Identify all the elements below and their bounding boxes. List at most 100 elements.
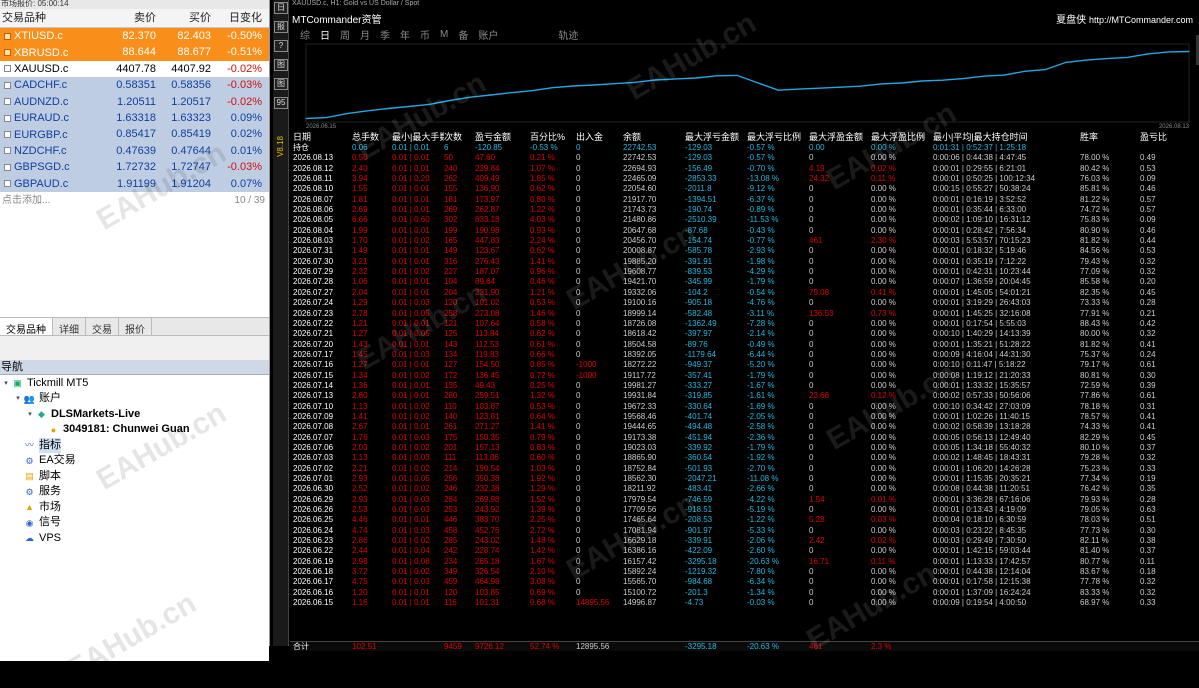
percent-cell: -0.53 % (530, 143, 558, 152)
period-tab[interactable]: 周 (340, 27, 350, 42)
market-watch-row[interactable]: NZDCHF.c 0.47639 0.47644 0.01% (0, 142, 269, 160)
hold-time-cell: 0:00:05 | 0:56:13 | 12:49:40 (933, 432, 1031, 442)
add-symbol-row[interactable]: 点击添加... 10 / 39 (0, 191, 269, 209)
period-tab[interactable]: 年 (400, 27, 410, 42)
market-watch-row[interactable]: XBRUSD.c 88.644 88.677 -0.51% (0, 44, 269, 61)
total-lots-cell: 2.67 (352, 422, 368, 432)
tab-details[interactable]: 详细 (53, 317, 86, 336)
market-watch-row[interactable]: EURAUD.c 1.63318 1.63323 0.09% (0, 109, 269, 127)
column-header-ask[interactable]: 买价 (156, 9, 211, 27)
symbol-cell[interactable]: CADCHF.c (0, 77, 102, 93)
percent-cell: 0.72 % (530, 370, 555, 380)
max-float-profit-pct-cell: 0.00 % (871, 277, 896, 287)
navigator-item[interactable]: ⚙ EA交易 (0, 453, 269, 469)
balance-cell: 21743.73 (623, 205, 657, 215)
navigator-item[interactable]: ▾ ◆ DLSMarkets-Live (0, 407, 269, 423)
navigator-item[interactable]: ▾ ▣ Tickmill MT5 (0, 376, 269, 392)
balance-cell (623, 642, 685, 651)
add-symbol-label[interactable]: 点击添加... (2, 192, 50, 209)
date-cell: 2026.07.14 (293, 380, 334, 390)
bid-cell: 0.47639 (116, 144, 156, 157)
period-tab[interactable]: 日 (320, 27, 330, 42)
column-header-bid[interactable]: 卖价 (102, 9, 156, 27)
deposit-cell: 0 (576, 225, 581, 235)
expand-toggle-icon[interactable]: ▾ (13, 391, 23, 407)
navigator-item[interactable]: ▤ 脚本 (0, 469, 269, 485)
toolbar-button[interactable]: 报 (274, 21, 288, 33)
min-max-lots-cell: 0.01 | 0.20 (392, 174, 430, 184)
table-row: 2026.07.29 2.32 0.01 | 0.02 227 187.07 0.96 %… (290, 267, 1199, 277)
navigator-item[interactable]: ☁ VPS (0, 531, 269, 547)
deposit-cell: 0 (576, 546, 581, 556)
symbol-cell[interactable]: GBPSGD.c (0, 159, 102, 175)
symbol-cell[interactable]: GBPAUD.c (0, 176, 102, 192)
symbol-cell[interactable]: XTIUSD.c (0, 28, 102, 44)
max-float-profit-cell: 5.28 (809, 515, 825, 525)
market-watch-row[interactable]: GBPAUD.c 1.91199 1.91204 0.07% (0, 175, 269, 192)
expand-toggle-icon[interactable]: ▾ (1, 376, 11, 392)
profit-cell: 113.06 (475, 453, 499, 463)
market-watch-row[interactable]: XTIUSD.c 82.370 82.403 -0.50% (0, 28, 269, 45)
navigator-item[interactable]: ● 3049181: Chunwei Guan (0, 422, 269, 438)
symbol-cell[interactable]: AUDNZD.c (0, 94, 102, 110)
trade-count-cell: 459 (444, 577, 458, 587)
period-tab[interactable]: 备 (458, 27, 468, 42)
brand-name: 夏盘侠 (1056, 15, 1087, 26)
equity-point (613, 83, 615, 85)
table-row: 2026.08.05 6.66 0.01 | 0.60 302 833.18 4.03 %… (290, 215, 1199, 225)
market-watch-row[interactable]: CADCHF.c 0.58351 0.58356 -0.03% (0, 77, 269, 94)
period-tab[interactable]: 币 (420, 27, 430, 42)
table-row: 2026.08.11 3.94 0.01 | 0.20 262 409.49 1.85 %… (290, 174, 1199, 184)
max-drawdown-pct-cell: -1.98 % (747, 256, 775, 266)
min-max-lots-cell: 0.01 | 0.02 (392, 401, 430, 411)
expand-toggle-icon[interactable]: ▾ (25, 407, 35, 423)
tab-trading[interactable]: 交易 (86, 317, 119, 336)
win-rate-cell: 88.43 % (1080, 318, 1110, 328)
tab-ticks[interactable]: 报价 (119, 317, 152, 336)
period-tab[interactable]: 账户 (478, 27, 498, 42)
max-float-profit-cell: 0.00 (809, 143, 825, 152)
total-lots-cell: 2.40 (352, 163, 368, 173)
toolbar-button[interactable]: 图 (274, 59, 288, 71)
toolbar-button[interactable]: ? (274, 40, 288, 52)
toolbar-button[interactable]: 日 (274, 2, 288, 14)
min-max-lots-cell: 0.01 | 0.02 (392, 567, 430, 577)
brand-url[interactable]: http://MTCommander.com (1089, 15, 1193, 25)
symbol-cell[interactable]: EURAUD.c (0, 110, 102, 126)
symbol-cell[interactable]: EURGBP.c (0, 126, 102, 142)
profit-ratio-cell: 0.45 (1140, 432, 1156, 442)
period-tab[interactable]: M (440, 29, 448, 40)
trade-count-cell: 316 (444, 256, 458, 266)
symbol-cell[interactable]: NZDCHF.c (0, 143, 102, 159)
toolbar-button[interactable]: 图 (274, 78, 288, 90)
tab-symbols[interactable]: 交易品种 (0, 317, 53, 336)
hold-time-cell: 0:00:01 | 1:15:35 | 20:35:21 (933, 474, 1031, 483)
market-watch-row[interactable]: EURGBP.c 0.85417 0.85419 0.02% (0, 126, 269, 143)
trail-tab[interactable]: 轨迹 (558, 27, 578, 42)
symbol-cell[interactable]: XAUUSD.c (0, 61, 102, 77)
profit-ratio-cell: 0.37 (1140, 546, 1156, 556)
toolbar-button[interactable]: 95 (274, 97, 288, 109)
column-header-change[interactable]: 日变化 (211, 9, 266, 27)
profit-ratio-cell (1140, 642, 1180, 651)
navigator-item[interactable]: ⚙ 服务 (0, 484, 269, 500)
bid-cell: 1.63318 (116, 111, 156, 124)
market-watch-row[interactable]: XAUUSD.c 4407.78 4407.92 -0.02% (0, 60, 269, 78)
period-tab[interactable]: 月 (360, 27, 370, 42)
equity-point (346, 113, 348, 115)
symbol-cell[interactable]: XBRUSD.c (0, 44, 102, 60)
navigator-title: 导航 (0, 359, 269, 375)
period-tab[interactable]: 综 (300, 27, 310, 42)
navigator-item[interactable]: ▾ 👥 账户 (0, 391, 269, 407)
market-watch-row[interactable]: AUDNZD.c 1.20511 1.20517 -0.02% (0, 93, 269, 110)
navigator-item[interactable]: ▲ 市场 (0, 500, 269, 516)
navigator-item[interactable]: 〰指标 (0, 437, 269, 454)
indicators-icon: 〰 (24, 440, 34, 451)
market-watch-row[interactable]: GBPSGD.c 1.72732 1.72747 -0.03% (0, 159, 269, 176)
total-lots-cell: 1.49 (352, 246, 368, 256)
date-cell: 2026.06.24 (293, 525, 334, 535)
table-row: 2026.07.03 1.13 0.01 | 0.03 111 113.06 0.60 %… (290, 453, 1199, 463)
navigator-item[interactable]: ◉ 信号 (0, 515, 269, 531)
period-tab[interactable]: 季 (380, 27, 390, 42)
column-header-symbol[interactable]: 交易品种 (0, 9, 102, 27)
